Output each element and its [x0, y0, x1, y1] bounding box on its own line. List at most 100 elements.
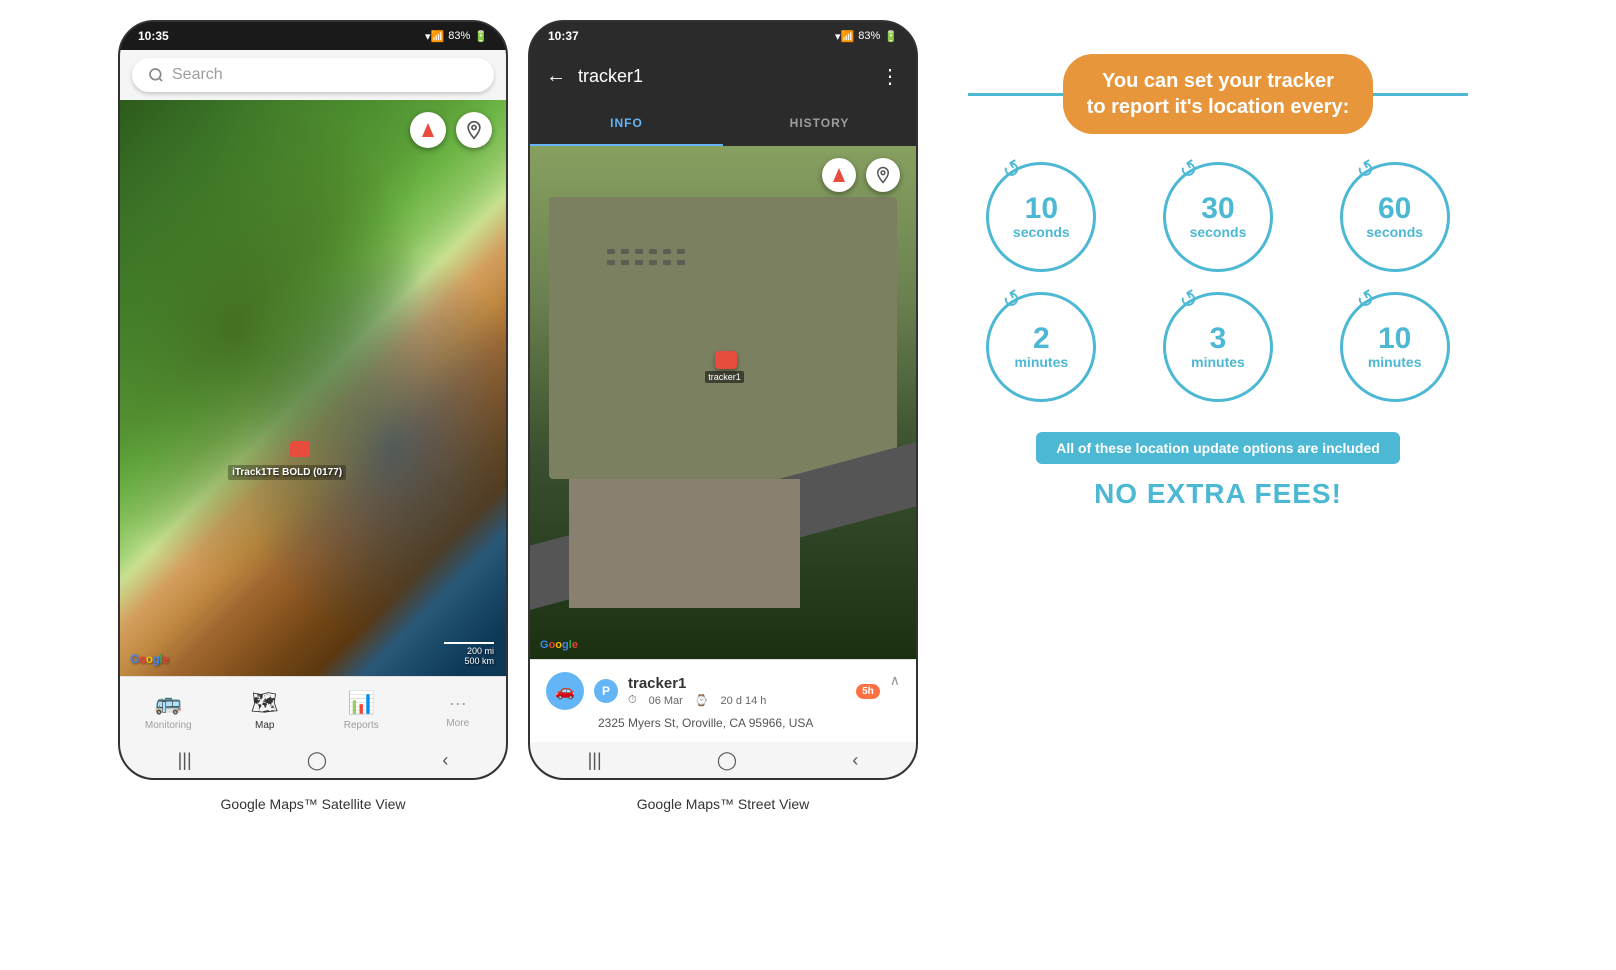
tracker-name-section: tracker1 ⏱ 06 Mar ⌚ 20 d 14 h	[628, 675, 846, 707]
phone2-wrapper: 10:37 ▾📶 83% 🔋 ← tracker1 ⋮ INFO HI	[528, 20, 918, 812]
android-home-btn[interactable]: ◯	[307, 750, 327, 771]
phone2-caption: Google Maps™ Street View	[637, 796, 810, 812]
tab-history-label: HISTORY	[790, 116, 850, 130]
sv-car-marker: tracker1	[715, 351, 744, 383]
location-icon	[464, 120, 484, 140]
more-label: More	[446, 718, 469, 729]
circle-arrow-icon-1: ↺	[998, 154, 1027, 186]
search-input[interactable]: Search	[172, 66, 223, 84]
tab-info[interactable]: INFO	[530, 102, 723, 146]
sv-location-button[interactable]	[866, 158, 900, 192]
circle-30sec: ↺ 30 seconds	[1145, 162, 1292, 272]
headline-box: You can set your tracker to report it's …	[1063, 54, 1374, 134]
circle-outer-10sec: ↺ 10 seconds	[986, 162, 1096, 272]
circle-number-4: 2	[1033, 324, 1050, 354]
search-bar[interactable]: Search	[132, 58, 494, 92]
circle-number-6: 10	[1378, 324, 1411, 354]
reports-icon: 📊	[348, 690, 375, 716]
nav-reports[interactable]: 📊 Reports	[313, 690, 410, 731]
included-text: All of these location update options are…	[1056, 440, 1380, 456]
phones-section: 10:35 ▾📶 83% 🔋 Search	[118, 20, 918, 812]
phone2-time: 10:37	[548, 29, 579, 43]
android-menu-btn[interactable]: |||	[178, 750, 192, 771]
compass-button[interactable]	[410, 112, 446, 148]
circle-10min: ↺ 10 minutes	[1321, 292, 1468, 402]
phone1-caption: Google Maps™ Satellite View	[221, 796, 406, 812]
search-bar-container: Search	[120, 50, 506, 100]
car-icon	[290, 441, 310, 457]
wifi-icon2: ▾📶	[835, 30, 854, 43]
tracker-info-row: 🚗 P tracker1 ⏱ 06 Mar ⌚ 20 d 14 h 5h ∧	[546, 672, 900, 710]
tracker-time-badge: 5h	[856, 684, 880, 699]
monitoring-icon: 🚌	[155, 690, 182, 716]
bottom-nav: 🚌 Monitoring 🗺 Map 📊 Reports ··· More	[120, 676, 506, 742]
tracker-car-icon: 🚗	[546, 672, 584, 710]
phone1-time: 10:35	[138, 29, 169, 43]
more-menu-button[interactable]: ⋮	[880, 64, 900, 89]
circle-arrow-icon-4: ↺	[998, 284, 1027, 316]
nav-monitoring[interactable]: 🚌 Monitoring	[120, 690, 217, 731]
android-back-btn[interactable]: ‹	[442, 750, 448, 771]
battery-icon2: 🔋	[884, 30, 898, 43]
wifi-icon: ▾📶	[425, 30, 444, 43]
tracker-duration: 20 d 14 h	[721, 695, 767, 707]
phone1-status-icons: ▾📶 83% 🔋	[425, 30, 488, 43]
sv-building	[569, 479, 801, 607]
scale-line	[444, 642, 494, 644]
phone1-wrapper: 10:35 ▾📶 83% 🔋 Search	[118, 20, 508, 812]
phone2-status-icons: ▾📶 83% 🔋	[835, 30, 898, 43]
clock-icon: ⏱	[628, 694, 637, 707]
monitoring-label: Monitoring	[145, 720, 192, 731]
sv-tracker-label: tracker1	[705, 371, 744, 383]
map-scale: 200 mi 500 km	[444, 642, 494, 666]
circle-outer-10min: ↺ 10 minutes	[1340, 292, 1450, 402]
battery-text2: 83%	[858, 30, 880, 42]
tracker-date: 06 Mar	[649, 695, 683, 707]
nav-more[interactable]: ··· More	[410, 693, 507, 729]
scale-text2: 500 km	[444, 656, 494, 666]
tab-history[interactable]: HISTORY	[723, 102, 916, 146]
circle-arrow-icon-2: ↺	[1175, 154, 1204, 186]
location-button[interactable]	[456, 112, 492, 148]
android-menu-btn2[interactable]: |||	[588, 750, 602, 771]
timer-icon: ⌚	[695, 694, 709, 707]
phone1-status-bar: 10:35 ▾📶 83% 🔋	[120, 22, 506, 50]
circle-arrow-icon-3: ↺	[1351, 154, 1380, 186]
tracker-title: tracker1	[578, 66, 868, 87]
streetview-map[interactable]: tracker1 Google	[530, 146, 916, 659]
circle-unit-2: seconds	[1190, 224, 1247, 240]
tracker-map-label: iTrack1TE BOLD (0177)	[228, 465, 346, 480]
circle-number-5: 3	[1210, 324, 1227, 354]
tracker-tabs: INFO HISTORY	[530, 102, 916, 146]
sv-location-icon	[874, 166, 892, 184]
circle-outer-60sec: ↺ 60 seconds	[1340, 162, 1450, 272]
android-back-btn2[interactable]: ‹	[852, 750, 858, 771]
tracker-address: 2325 Myers St, Oroville, CA 95966, USA	[598, 716, 900, 730]
tracker-header: ← tracker1 ⋮	[530, 50, 916, 102]
satellite-map[interactable]: iTrack1TE BOLD (0177) Google 200 mi 500 …	[120, 100, 506, 676]
collapse-arrow-icon[interactable]: ∧	[890, 672, 900, 689]
nav-map[interactable]: 🗺 Map	[217, 690, 314, 731]
circle-number-2: 30	[1201, 194, 1234, 224]
android-nav2: ||| ◯ ‹	[530, 742, 916, 778]
map-label: Map	[255, 720, 274, 731]
circle-unit-5: minutes	[1191, 354, 1245, 370]
circle-number-3: 60	[1378, 194, 1411, 224]
battery-text: 83%	[448, 30, 470, 42]
sv-cars	[607, 249, 685, 265]
map-overlay	[120, 100, 506, 676]
tab-info-label: INFO	[610, 116, 643, 130]
circle-60sec: ↺ 60 seconds	[1321, 162, 1468, 272]
sv-compass-button[interactable]	[822, 158, 856, 192]
info-panel: You can set your tracker to report it's …	[938, 30, 1498, 534]
search-icon	[148, 67, 164, 83]
back-button[interactable]: ←	[546, 65, 566, 88]
more-icon: ···	[449, 693, 467, 714]
sv-parking-lot	[549, 197, 896, 479]
phone1-frame: 10:35 ▾📶 83% 🔋 Search	[118, 20, 508, 780]
android-home-btn2[interactable]: ◯	[717, 750, 737, 771]
scale-text1: 200 mi	[444, 646, 494, 656]
compass-arrow-icon	[422, 123, 434, 137]
tracker-info-panel: 🚗 P tracker1 ⏱ 06 Mar ⌚ 20 d 14 h 5h ∧	[530, 659, 916, 742]
phone2-status-bar: 10:37 ▾📶 83% 🔋	[530, 22, 916, 50]
